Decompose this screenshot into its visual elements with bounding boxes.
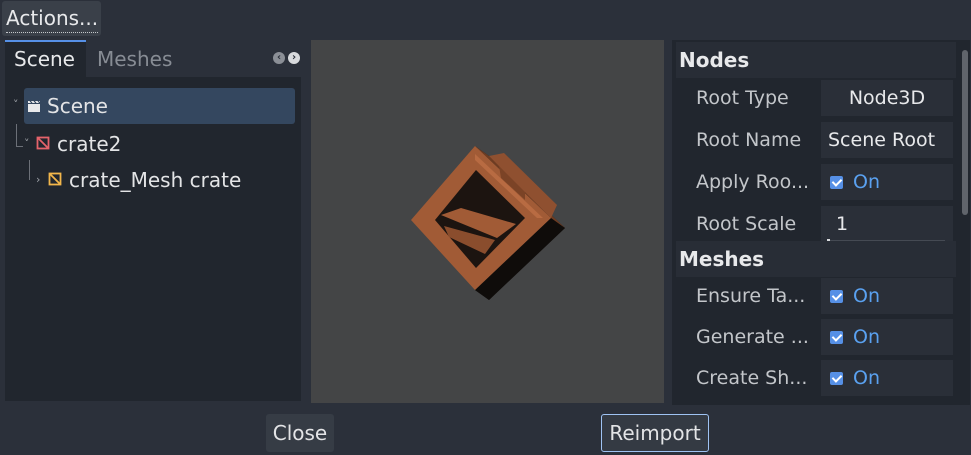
import-options-inspector[interactable]: Nodes Root Type Node3D Root Name Scene R… <box>672 40 970 405</box>
left-tab-bar: Scene Meshes ‹ › <box>5 40 304 78</box>
section-header-nodes[interactable]: Nodes <box>676 42 956 78</box>
tab-scene[interactable]: Scene <box>5 40 86 78</box>
root-type-field[interactable]: Node3D <box>821 80 953 116</box>
checkbox-value: On <box>853 367 880 389</box>
collapse-arrow-icon[interactable]: ˅ <box>13 98 19 111</box>
property-label: Root Name <box>696 129 802 151</box>
property-generate-lods: Generate ... On <box>676 317 956 357</box>
tree-item-label: crate_Mesh crate <box>69 168 242 192</box>
checkbox-value: On <box>853 285 880 307</box>
checkbox-checked-icon <box>830 176 843 189</box>
apply-root-scale-checkbox[interactable]: On <box>821 164 953 200</box>
ensure-tangents-checkbox[interactable]: On <box>821 278 953 314</box>
property-label: Ensure Ta... <box>696 285 806 307</box>
expand-arrow-icon[interactable]: › <box>36 162 40 198</box>
tree-item-label: crate2 <box>57 132 122 156</box>
mesh-preview-viewport[interactable] <box>311 40 664 403</box>
root-scale-value: 1 <box>836 213 849 235</box>
property-root-name: Root Name Scene Root <box>676 120 956 160</box>
checkbox-checked-icon <box>830 372 843 385</box>
property-root-type: Root Type Node3D <box>676 78 956 118</box>
chevron-left-icon[interactable]: ‹ <box>273 52 285 64</box>
tree-item-scene[interactable]: Scene <box>24 88 295 124</box>
root-name-field[interactable]: Scene Root <box>821 122 953 158</box>
tree-guide-line <box>16 146 23 147</box>
section-header-meshes[interactable]: Meshes <box>676 241 956 277</box>
property-ensure-tangents: Ensure Ta... On <box>676 276 956 316</box>
create-shadow-meshes-checkbox[interactable]: On <box>821 360 953 396</box>
checkbox-value: On <box>853 171 880 193</box>
property-label: Apply Roo... <box>696 171 810 193</box>
tree-item-label: Scene <box>47 94 108 118</box>
tree-guide-line <box>16 124 17 146</box>
property-label: Root Type <box>696 87 789 109</box>
property-apply-root-scale: Apply Roo... On <box>676 162 956 202</box>
checkbox-checked-icon <box>830 331 843 344</box>
property-label: Create Sh... <box>696 367 808 389</box>
actions-menu-button[interactable]: Actions... <box>2 1 101 36</box>
property-create-shadow-meshes: Create Sh... On <box>676 358 956 398</box>
inspector-scrollbar[interactable] <box>962 50 968 215</box>
import-scene-dialog: Actions... Scene Meshes ‹ › ˅ Scene ˅ cr… <box>0 0 971 455</box>
tab-meshes[interactable]: Meshes <box>88 40 184 78</box>
generate-lods-checkbox[interactable]: On <box>821 319 953 355</box>
scene-tree[interactable]: ˅ Scene ˅ crate2 › crate_Mesh crate <box>5 77 301 401</box>
reimport-button[interactable]: Reimport <box>601 414 709 452</box>
clapperboard-icon <box>28 100 41 112</box>
mesh-instance-icon <box>48 172 62 186</box>
root-scale-spinbox[interactable]: 1 <box>821 206 953 243</box>
close-button[interactable]: Close <box>266 414 334 452</box>
property-label: Generate ... <box>696 326 809 348</box>
chevron-right-icon[interactable]: › <box>288 52 300 64</box>
checkbox-value: On <box>853 326 880 348</box>
collapse-arrow-icon[interactable]: ˅ <box>24 126 30 162</box>
crate-preview <box>411 146 565 300</box>
node3d-icon <box>36 136 50 150</box>
tree-guide-line <box>29 160 30 180</box>
property-root-scale: Root Scale 1 <box>676 204 956 244</box>
property-label: Root Scale <box>696 213 797 235</box>
checkbox-checked-icon <box>830 290 843 303</box>
